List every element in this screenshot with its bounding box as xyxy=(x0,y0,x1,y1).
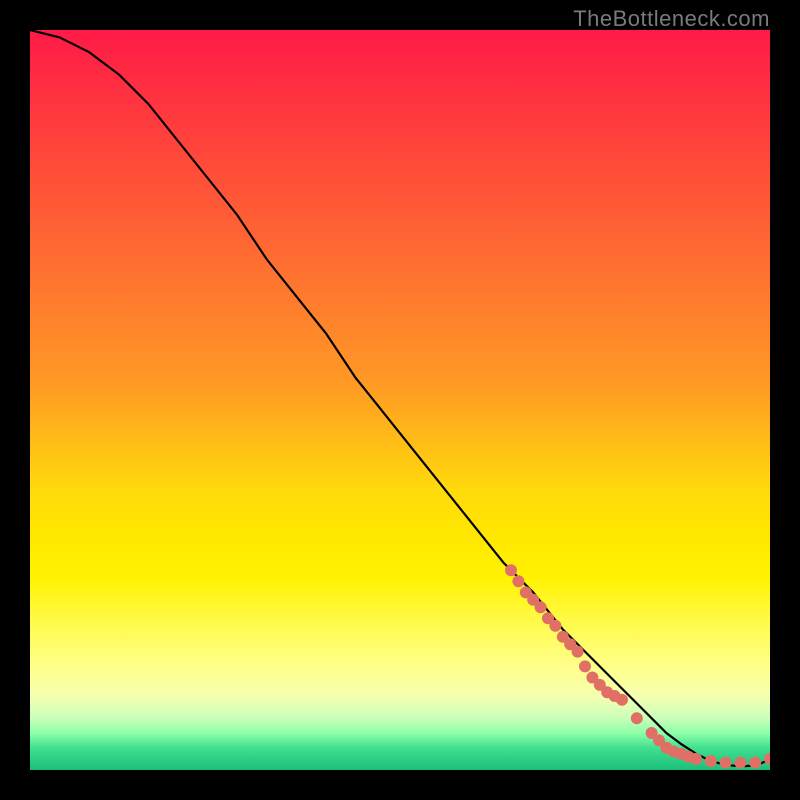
data-point xyxy=(535,601,547,613)
data-point xyxy=(705,755,717,767)
chart-svg xyxy=(30,30,770,770)
data-point xyxy=(690,753,702,765)
data-point xyxy=(764,753,770,765)
data-point xyxy=(572,646,584,658)
data-point xyxy=(734,757,746,769)
data-point xyxy=(749,757,761,769)
data-point xyxy=(505,564,517,576)
curve-line xyxy=(30,30,770,766)
scatter-points xyxy=(505,564,770,768)
data-point xyxy=(512,575,524,587)
plot-area xyxy=(30,30,770,770)
data-point xyxy=(720,757,732,769)
data-point xyxy=(616,694,628,706)
data-point xyxy=(579,660,591,672)
data-point xyxy=(549,620,561,632)
chart-frame: TheBottleneck.com xyxy=(0,0,800,800)
attribution-label: TheBottleneck.com xyxy=(573,6,770,32)
data-point xyxy=(631,712,643,724)
